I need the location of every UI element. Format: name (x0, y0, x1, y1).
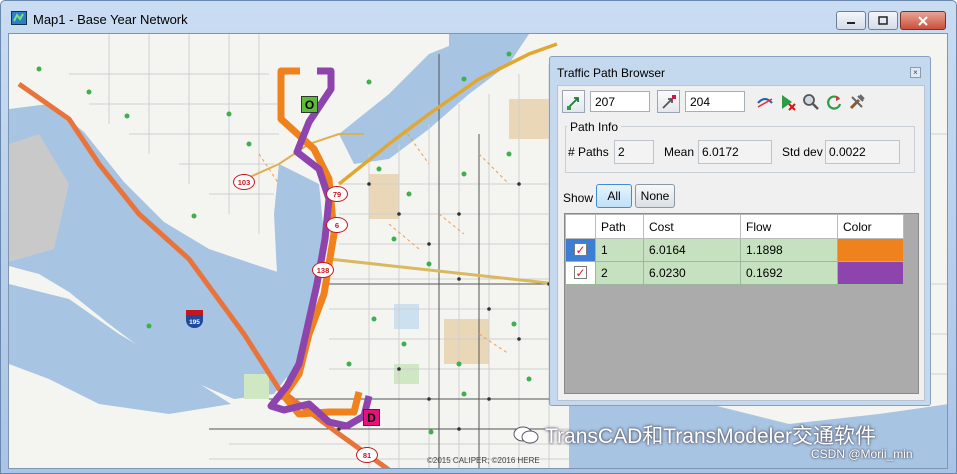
path-checkbox[interactable]: ✓ (574, 266, 587, 279)
title-bar[interactable]: Map1 - Base Year Network (1, 1, 956, 33)
refresh-button[interactable] (823, 91, 844, 112)
destination-marker[interactable]: D (363, 409, 380, 426)
close-icon (918, 15, 928, 26)
show-path-button[interactable] (754, 91, 775, 112)
path-cell: 1 (595, 238, 644, 262)
origin-node-button[interactable] (562, 90, 585, 113)
settings-icon (849, 93, 865, 109)
color-swatch[interactable] (838, 262, 903, 284)
close-button[interactable] (900, 11, 946, 30)
cost-cell: 6.0164 (643, 238, 741, 262)
paths-count-value: 2 (614, 140, 654, 164)
commercial-block (509, 99, 549, 139)
mean-label: Mean (664, 145, 695, 159)
panel-close-button[interactable]: × (910, 67, 921, 78)
row-select-cell[interactable]: ✓ (565, 261, 596, 285)
panel-body: 207 204 Path Info # Paths 2 Mean 6.0172 … (557, 85, 925, 401)
interstate-195-shield: 195 (186, 310, 203, 328)
show-path-icon (756, 97, 773, 108)
color-column-header[interactable]: Color (837, 214, 904, 239)
path-checkbox[interactable]: ✓ (574, 243, 587, 256)
flow-cell: 0.1692 (740, 261, 838, 285)
clear-path-button[interactable] (777, 91, 798, 112)
upper-river-water (339, 34, 529, 164)
map-window: Map1 - Base Year Network O D 103 79 6 13… (0, 0, 957, 474)
color-swatch-cell[interactable] (837, 261, 904, 285)
std-dev-value: 0.0022 (825, 140, 900, 164)
watermark: TransCAD和TransModeler交通软件 (513, 420, 876, 450)
author-watermark: CSDN @Morii_min (811, 447, 913, 461)
show-label: Show (563, 191, 594, 205)
flow-column-header[interactable]: Flow (740, 214, 838, 239)
std-dev-label: Std dev (782, 145, 823, 159)
path-info-label: Path Info (567, 120, 622, 134)
state-highway-east (328, 257, 558, 286)
path-cell: 2 (595, 261, 644, 285)
zoom-button[interactable] (800, 91, 821, 112)
commercial-block (369, 174, 399, 219)
pond (394, 304, 419, 329)
zoom-icon (802, 93, 819, 110)
color-swatch[interactable] (838, 239, 903, 261)
route-138-shield: 138 (312, 262, 334, 278)
table-row[interactable]: ✓ 2 6.0230 0.1692 (565, 261, 904, 285)
select-column-header[interactable] (565, 214, 596, 239)
map-app-icon (11, 11, 27, 25)
route-81-shield: 81 (356, 447, 378, 463)
route-6-shield: 6 (326, 217, 348, 233)
to-node-input[interactable]: 204 (685, 91, 745, 112)
park-area (244, 374, 269, 399)
cost-column-header[interactable]: Cost (643, 214, 741, 239)
route-79-shield: 79 (326, 186, 348, 202)
row-select-cell[interactable]: ✓ (565, 238, 596, 262)
wechat-icon (513, 426, 539, 444)
cost-cell: 6.0230 (643, 261, 741, 285)
flow-cell: 1.1898 (740, 238, 838, 262)
traffic-path-browser-panel: Traffic Path Browser × 207 204 Path Info… (549, 56, 931, 406)
from-node-input[interactable]: 207 (590, 91, 650, 112)
table-row[interactable]: ✓ 1 6.0164 1.1898 (565, 238, 904, 262)
mean-value: 6.0172 (698, 140, 772, 164)
commercial-block (444, 319, 489, 364)
minimize-icon (847, 21, 855, 24)
origin-marker[interactable]: O (301, 96, 318, 113)
show-none-button[interactable]: None (635, 184, 675, 208)
settings-button[interactable] (846, 91, 867, 112)
show-all-button[interactable]: All (596, 184, 632, 208)
path-table: Path Cost Flow Color ✓ 1 6.0164 1.1898 ✓… (564, 213, 919, 394)
park-area (394, 364, 419, 384)
map-copyright: ©2015 CALIPER; ©2016 HERE (427, 456, 540, 465)
route-103-shield: 103 (233, 174, 255, 190)
minimize-button[interactable] (836, 11, 866, 30)
maximize-icon (878, 16, 888, 25)
path-column-header[interactable]: Path (595, 214, 644, 239)
origin-node-icon (566, 96, 579, 110)
destination-node-icon (661, 94, 676, 109)
paths-count-label: # Paths (568, 145, 609, 159)
maximize-button[interactable] (868, 11, 898, 30)
window-title: Map1 - Base Year Network (33, 12, 188, 27)
watermark-text: TransCAD和TransModeler交通软件 (545, 425, 877, 448)
panel-title: Traffic Path Browser (557, 66, 666, 80)
clear-path-icon (781, 94, 796, 111)
color-swatch-cell[interactable] (837, 238, 904, 262)
refresh-icon (826, 94, 841, 110)
destination-node-button[interactable] (657, 90, 680, 113)
